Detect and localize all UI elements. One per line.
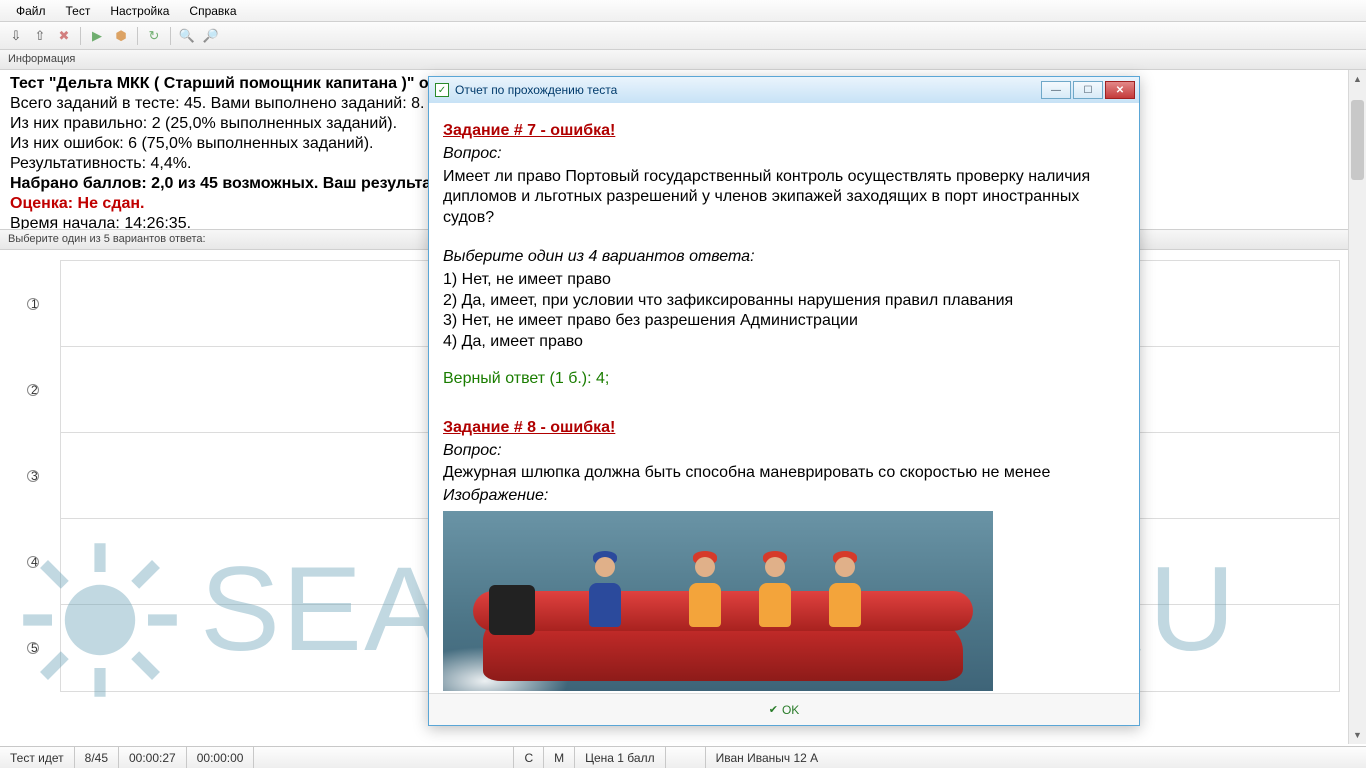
check-icon: ✓ <box>435 83 449 97</box>
vertical-scrollbar[interactable]: ▲ ▼ <box>1348 70 1366 744</box>
play-icon[interactable]: ▶ <box>87 26 107 46</box>
nav-down-icon[interactable]: ⇩ <box>6 26 26 46</box>
statusbar: Тест идет 8/45 00:00:27 00:00:00 С М Цен… <box>0 746 1366 768</box>
question-label: Вопрос: <box>443 441 1125 462</box>
menu-test[interactable]: Тест <box>56 2 101 20</box>
task7-heading: Задание # 7 - ошибка! <box>443 121 1125 142</box>
zoom-in-icon[interactable]: 🔍 <box>177 26 197 46</box>
task8-question: Дежурная шлюпка должна быть способна ман… <box>443 463 1125 484</box>
question-label: Вопрос: <box>443 144 1125 165</box>
menu-help[interactable]: Справка <box>179 2 246 20</box>
status-elapsed: 00:00:27 <box>119 747 187 768</box>
status-progress: 8/45 <box>75 747 119 768</box>
dialog-body[interactable]: Задание # 7 - ошибка! Вопрос: Имеет ли п… <box>429 103 1139 693</box>
ok-button[interactable]: OK <box>755 701 814 719</box>
delete-icon[interactable]: ✖ <box>54 26 74 46</box>
choose-prompt: Выберите один из 4 вариантов ответа: <box>443 247 1125 268</box>
option: 1) Нет, не имеет право <box>443 270 1125 291</box>
menu-settings[interactable]: Настройка <box>100 2 179 20</box>
status-state: Тест идет <box>0 747 75 768</box>
info-test-title: Тест "Дельта МКК ( Старший помощник капи… <box>10 75 445 92</box>
task8-heading: Задание # 8 - ошибка! <box>443 418 1125 439</box>
nav-up-icon[interactable]: ⇧ <box>30 26 50 46</box>
status-price: Цена 1 балл <box>575 747 665 768</box>
task7-correct: Верный ответ (1 б.): 4; <box>443 369 1125 390</box>
scroll-up-icon[interactable]: ▲ <box>1349 70 1366 88</box>
refresh-icon[interactable]: ↻ <box>144 26 164 46</box>
status-m: М <box>544 747 575 768</box>
dialog-title: Отчет по прохождению теста <box>455 83 617 97</box>
radio-icon[interactable] <box>27 556 39 568</box>
maximize-button[interactable]: ☐ <box>1073 81 1103 99</box>
status-remaining: 00:00:00 <box>187 747 255 768</box>
minimize-button[interactable]: — <box>1041 81 1071 99</box>
dialog-titlebar[interactable]: ✓ Отчет по прохождению теста — ☐ ✕ <box>429 77 1139 103</box>
status-c: С <box>514 747 544 768</box>
info-grade: Оценка: Не сдан. <box>10 195 144 212</box>
option: 4) Да, имеет право <box>443 332 1125 353</box>
dialog-footer: OK <box>429 693 1139 725</box>
status-user: Иван Иваныч 12 А <box>706 747 829 768</box>
option: 2) Да, имеет, при условии что зафиксиров… <box>443 291 1125 312</box>
zoom-out-icon[interactable]: 🔎 <box>201 26 221 46</box>
info-score: Набрано баллов: 2,0 из 45 возможных. Ваш… <box>10 175 471 192</box>
report-dialog: ✓ Отчет по прохождению теста — ☐ ✕ Задан… <box>428 76 1140 726</box>
task7-question: Имеет ли право Портовый государственный … <box>443 167 1125 229</box>
info-header: Информация <box>0 50 1366 70</box>
menubar: Файл Тест Настройка Справка <box>0 0 1366 22</box>
scroll-thumb[interactable] <box>1351 100 1364 180</box>
toolbar: ⇩ ⇧ ✖ ▶ ⬢ ↻ 🔍 🔎 <box>0 22 1366 50</box>
radio-icon[interactable] <box>27 384 39 396</box>
radio-icon[interactable] <box>27 470 39 482</box>
menu-file[interactable]: Файл <box>6 2 56 20</box>
close-button[interactable]: ✕ <box>1105 81 1135 99</box>
stop-icon[interactable]: ⬢ <box>111 26 131 46</box>
task7-options: 1) Нет, не имеет право 2) Да, имеет, при… <box>443 270 1125 353</box>
image-label: Изображение: <box>443 486 1125 507</box>
radio-icon[interactable] <box>27 298 39 310</box>
option: 3) Нет, не имеет право без разрешения Ад… <box>443 311 1125 332</box>
scroll-down-icon[interactable]: ▼ <box>1349 726 1366 744</box>
task8-image <box>443 511 993 691</box>
radio-icon[interactable] <box>27 642 39 654</box>
